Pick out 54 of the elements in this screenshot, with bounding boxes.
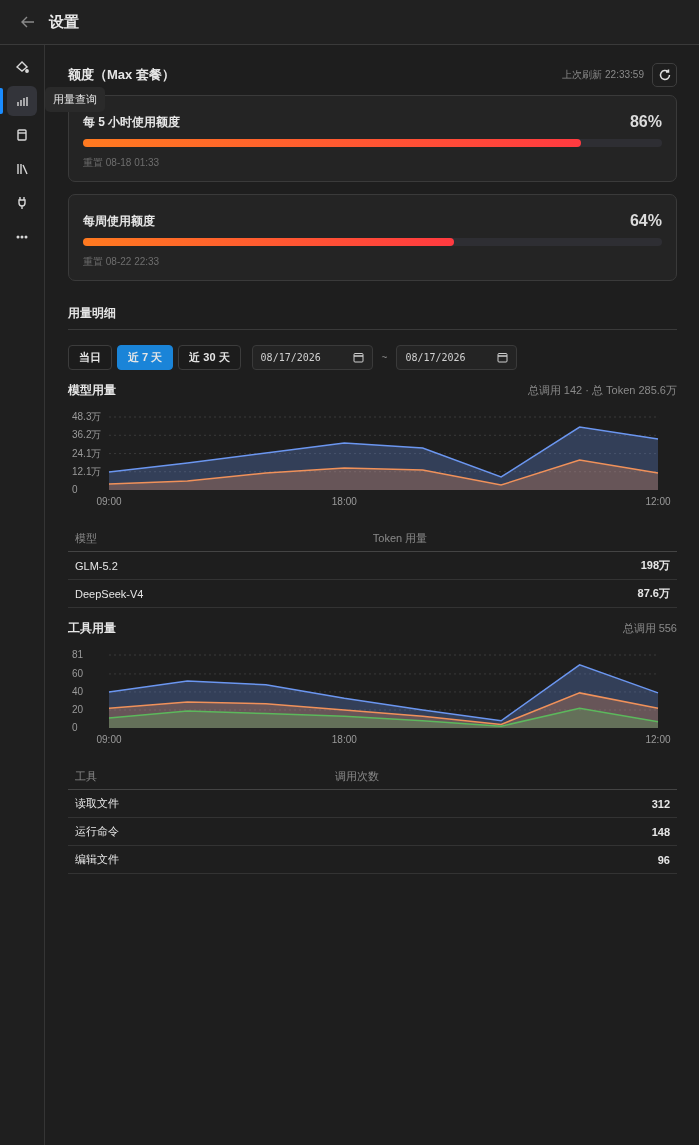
bar-chart-icon[interactable] — [7, 86, 37, 116]
calendar-icon[interactable] — [352, 352, 364, 363]
refresh-button[interactable] — [652, 63, 677, 87]
range-separator: ~ — [381, 352, 388, 363]
axis-tick-label: 48.3万 — [72, 411, 102, 422]
axis-tick-label: 0 — [72, 722, 78, 733]
axis-tick-label: 20 — [72, 704, 84, 715]
axis-tick-label: 12.1万 — [72, 465, 102, 477]
tooltip: 用量查询 — [45, 87, 105, 112]
axis-tick-label: 18:00 — [331, 496, 357, 507]
section-title: 额度（Max 套餐） — [68, 66, 175, 84]
table-cell: 148 — [265, 817, 677, 846]
quota-label: 每周使用额度 — [83, 212, 155, 230]
table-cell: GLM-5.2 — [68, 551, 303, 580]
axis-tick-label: 24.1万 — [72, 447, 102, 459]
table-cell: 编辑文件 — [68, 845, 266, 874]
date-field[interactable]: 08/17/2026 — [251, 345, 373, 370]
column-header: Token 用量 — [302, 527, 677, 552]
quota-percent: 64% — [629, 212, 662, 230]
section-title: 模型用量 — [68, 382, 116, 399]
table-cell: 运行命令 — [68, 817, 266, 846]
column-header: 工具 — [68, 765, 266, 790]
axis-tick-label: 12:00 — [645, 734, 671, 745]
column-header: 模型 — [68, 527, 303, 552]
quota-percent: 86% — [629, 113, 662, 131]
axis-tick-label: 09:00 — [96, 496, 122, 507]
section-title: 用量明细 — [68, 306, 116, 320]
calendar-icon[interactable] — [497, 352, 509, 363]
page-title: 设置 — [49, 12, 79, 32]
quota-label: 每 5 小时使用额度 — [83, 113, 181, 131]
axis-tick-label: 09:00 — [96, 734, 122, 745]
axis-tick-label: 36.2万 — [72, 429, 102, 441]
range-button[interactable]: 当日 — [68, 345, 112, 370]
back-arrow-icon[interactable] — [21, 16, 35, 28]
date-field[interactable]: 08/17/2026 — [396, 345, 518, 370]
axis-tick-label: 60 — [72, 667, 84, 679]
table-cell: DeepSeek-V4 — [68, 579, 303, 608]
usage-summary: 总调用 142 · 总 Token 285.6万 — [527, 383, 677, 398]
section-title: 工具用量 — [68, 620, 116, 637]
axis-tick-label: 18:00 — [331, 734, 357, 745]
axis-tick-label: 81 — [72, 649, 84, 660]
range-button[interactable]: 近 30 天 — [178, 345, 241, 370]
table-cell: 读取文件 — [68, 789, 266, 818]
table-cell: 312 — [265, 789, 677, 818]
table-cell: 87.6万 — [302, 579, 677, 608]
last-refresh-time: 上次刷新 22:33:59 — [562, 68, 644, 82]
axis-tick-label: 40 — [72, 685, 84, 697]
table-cell: 96 — [265, 845, 677, 874]
refresh-icon[interactable] — [657, 68, 672, 82]
axis-tick-label: 0 — [72, 484, 78, 495]
table-cell: 198万 — [302, 551, 677, 580]
column-header: 调用次数 — [265, 765, 677, 790]
axis-tick-label: 12:00 — [645, 496, 671, 507]
usage-summary: 总调用 556 — [622, 621, 677, 636]
